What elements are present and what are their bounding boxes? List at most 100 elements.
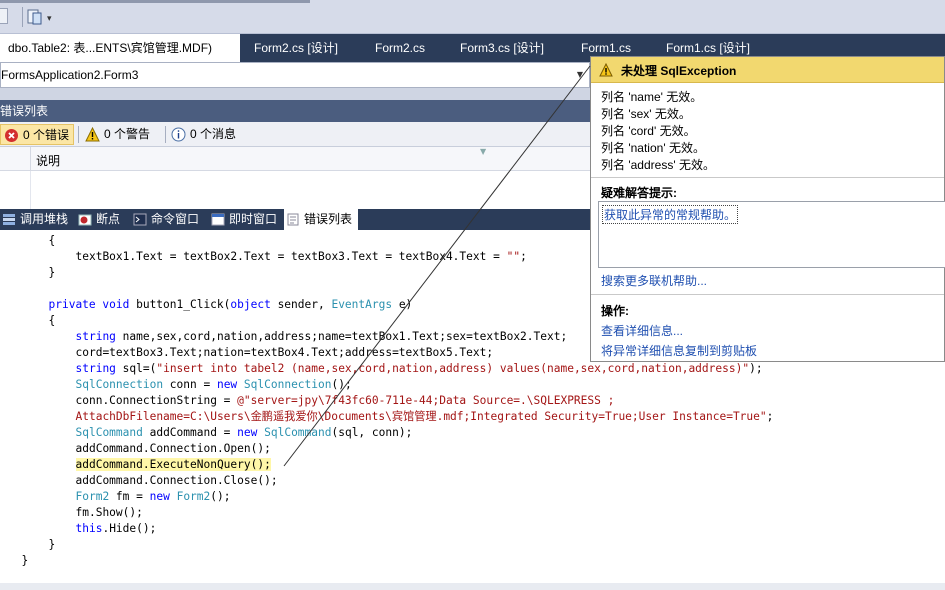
code-line[interactable]: } bbox=[49, 537, 56, 553]
code-token: conn = bbox=[163, 378, 217, 391]
code-line[interactable]: } bbox=[49, 265, 56, 281]
tab-form2-cs[interactable]: Form2.cs bbox=[375, 34, 425, 62]
code-line[interactable]: } bbox=[22, 553, 29, 569]
editor-bottom-bar bbox=[0, 583, 945, 590]
code-token: cord=textBox3.Text;nation=textBox4.Text;… bbox=[75, 346, 494, 359]
filter-separator bbox=[78, 126, 79, 143]
toolbar-separator bbox=[22, 7, 23, 27]
code-line[interactable]: Form2 fm = new Form2(); bbox=[76, 489, 231, 505]
code-token: textBox1.Text = textBox2.Text = textBox3… bbox=[75, 250, 507, 263]
panel-splitter[interactable] bbox=[0, 88, 590, 100]
tab-breakpoints-label: 断点 bbox=[96, 212, 121, 226]
tab-call-stack[interactable]: 调用堆栈 bbox=[0, 209, 74, 230]
tab-error-list-label: 错误列表 bbox=[304, 212, 353, 226]
exception-message: 列名 'nation' 无效。 bbox=[601, 141, 705, 155]
code-token: } bbox=[48, 266, 56, 279]
breakpoint-icon bbox=[78, 214, 92, 226]
code-line[interactable]: this.Hide(); bbox=[76, 521, 157, 537]
code-token: } bbox=[48, 538, 56, 551]
errors-filter-button[interactable]: 0 个错误 bbox=[0, 124, 74, 145]
tab-command-window[interactable]: 命令窗口 bbox=[131, 209, 207, 230]
warnings-filter-button[interactable]: 0 个警告 bbox=[82, 124, 162, 145]
code-token: AttachDbFilename=C:\Users\金鹏遥我爱你\Documen… bbox=[75, 410, 767, 423]
code-token: addCommand.Connection.Open(); bbox=[75, 442, 271, 455]
code-token: void bbox=[102, 298, 130, 311]
code-token: SqlCommand bbox=[264, 426, 332, 439]
code-token: SqlCommand bbox=[75, 426, 143, 439]
exception-message: 列名 'sex' 无效。 bbox=[601, 107, 691, 121]
code-token: addCommand = bbox=[142, 426, 238, 439]
tab-immediate-window[interactable]: 即时窗口 bbox=[209, 209, 283, 230]
description-column-header[interactable]: 说明 bbox=[36, 152, 60, 169]
error-list-icon bbox=[287, 213, 299, 226]
troubleshooting-header: 疑难解答提示: bbox=[601, 186, 677, 200]
code-line[interactable]: AttachDbFilename=C:\Users\金鹏遥我爱你\Documen… bbox=[76, 409, 774, 425]
code-token: ); bbox=[749, 362, 763, 375]
column-separator bbox=[30, 147, 31, 171]
tab-form2-design[interactable]: Form2.cs [设计] bbox=[254, 34, 338, 62]
code-line[interactable]: { bbox=[49, 313, 56, 329]
code-token: this bbox=[75, 522, 103, 535]
code-token: "insert into tabel2 (name,sex,cord,natio… bbox=[156, 362, 750, 375]
code-line[interactable]: addCommand.Connection.Close(); bbox=[76, 473, 278, 489]
search-online-help-link[interactable]: 搜索更多联机帮助... bbox=[601, 272, 707, 289]
exception-message: 列名 'address' 无效。 bbox=[601, 158, 715, 172]
exception-assistant-popup: 未处理 SqlException 列名 'name' 无效。 列名 'sex' … bbox=[590, 56, 945, 362]
troubleshooting-tips-box: 获取此异常的常规帮助。 bbox=[598, 201, 945, 268]
filter-separator bbox=[165, 126, 166, 143]
toolbar-overflow-icon[interactable]: ▾ bbox=[47, 14, 52, 24]
code-token: ; bbox=[766, 410, 774, 423]
code-line[interactable]: { bbox=[49, 233, 56, 249]
exception-title: 未处理 SqlException bbox=[621, 64, 737, 78]
view-detail-link[interactable]: 查看详细信息... bbox=[601, 322, 683, 339]
code-line[interactable]: addCommand.ExecuteNonQuery(); bbox=[75, 457, 271, 473]
tab-form3-design[interactable]: Form3.cs [设计] bbox=[460, 34, 544, 62]
code-line[interactable]: string name,sex,cord,nation,address;name… bbox=[76, 329, 568, 345]
warning-icon bbox=[85, 127, 100, 142]
code-token: addCommand.Connection.Close(); bbox=[75, 474, 278, 487]
section-divider bbox=[591, 177, 944, 178]
tab-error-list[interactable]: 错误列表 bbox=[284, 209, 358, 230]
tab-table2[interactable]: dbo.Table2: 表...ENTS\宾馆管理.MDF) bbox=[0, 34, 240, 62]
code-token: SqlConnection bbox=[243, 378, 332, 391]
chevron-down-icon[interactable]: ▼ bbox=[573, 66, 587, 84]
error-list-title: 错误列表 bbox=[0, 100, 590, 122]
tab-immediate-window-label: 即时窗口 bbox=[229, 212, 278, 226]
error-list-filters: 0 个错误 0 个警告 0 个消息 bbox=[0, 122, 590, 147]
code-line[interactable]: conn.ConnectionString = @"server=jpy\7f4… bbox=[76, 393, 615, 409]
copy-exception-detail-link[interactable]: 将异常详细信息复制到剪贴板 bbox=[601, 342, 757, 359]
code-line[interactable]: fm.Show(); bbox=[76, 505, 143, 521]
code-token: new bbox=[149, 490, 170, 503]
general-help-link[interactable]: 获取此异常的常规帮助。 bbox=[602, 205, 739, 224]
messages-filter-label: 0 个消息 bbox=[190, 127, 237, 141]
code-line[interactable]: textBox1.Text = textBox2.Text = textBox3… bbox=[76, 249, 527, 265]
code-token: string bbox=[75, 330, 116, 343]
actions-header: 操作: bbox=[601, 304, 629, 318]
tab-command-window-label: 命令窗口 bbox=[151, 212, 200, 226]
code-line[interactable]: string sql=("insert into tabel2 (name,se… bbox=[76, 361, 763, 377]
tab-call-stack-label: 调用堆栈 bbox=[20, 212, 69, 226]
code-line[interactable]: SqlConnection conn = new SqlConnection()… bbox=[76, 377, 352, 393]
code-line[interactable]: private void button1_Click(object sender… bbox=[49, 297, 413, 313]
code-token: .Hide(); bbox=[102, 522, 157, 535]
code-token: ; bbox=[520, 250, 527, 263]
class-dropdown[interactable]: FormsApplication2.Form3 ▼ bbox=[0, 62, 590, 88]
tab-breakpoints[interactable]: 断点 bbox=[76, 209, 130, 230]
code-token: e) bbox=[392, 298, 413, 311]
code-line[interactable]: addCommand.Connection.Open(); bbox=[76, 441, 271, 457]
exception-message: 列名 'name' 无效。 bbox=[601, 90, 703, 104]
code-line[interactable]: SqlCommand addCommand = new SqlCommand(s… bbox=[76, 425, 413, 441]
error-list-body bbox=[0, 171, 590, 209]
error-icon bbox=[5, 129, 18, 142]
toolbar-options-icon[interactable] bbox=[27, 8, 43, 26]
code-token: private bbox=[48, 298, 96, 311]
warnings-filter-label: 0 个警告 bbox=[104, 127, 151, 141]
code-line[interactable]: cord=textBox3.Text;nation=textBox4.Text;… bbox=[76, 345, 494, 361]
toolbar-grip[interactable] bbox=[0, 8, 8, 24]
messages-filter-button[interactable]: 0 个消息 bbox=[168, 124, 248, 145]
code-token: addCommand.ExecuteNonQuery(); bbox=[75, 458, 271, 471]
code-token: SqlConnection bbox=[75, 378, 164, 391]
code-token: object bbox=[230, 298, 271, 311]
call-stack-icon bbox=[3, 214, 15, 225]
code-token: { bbox=[48, 314, 56, 327]
